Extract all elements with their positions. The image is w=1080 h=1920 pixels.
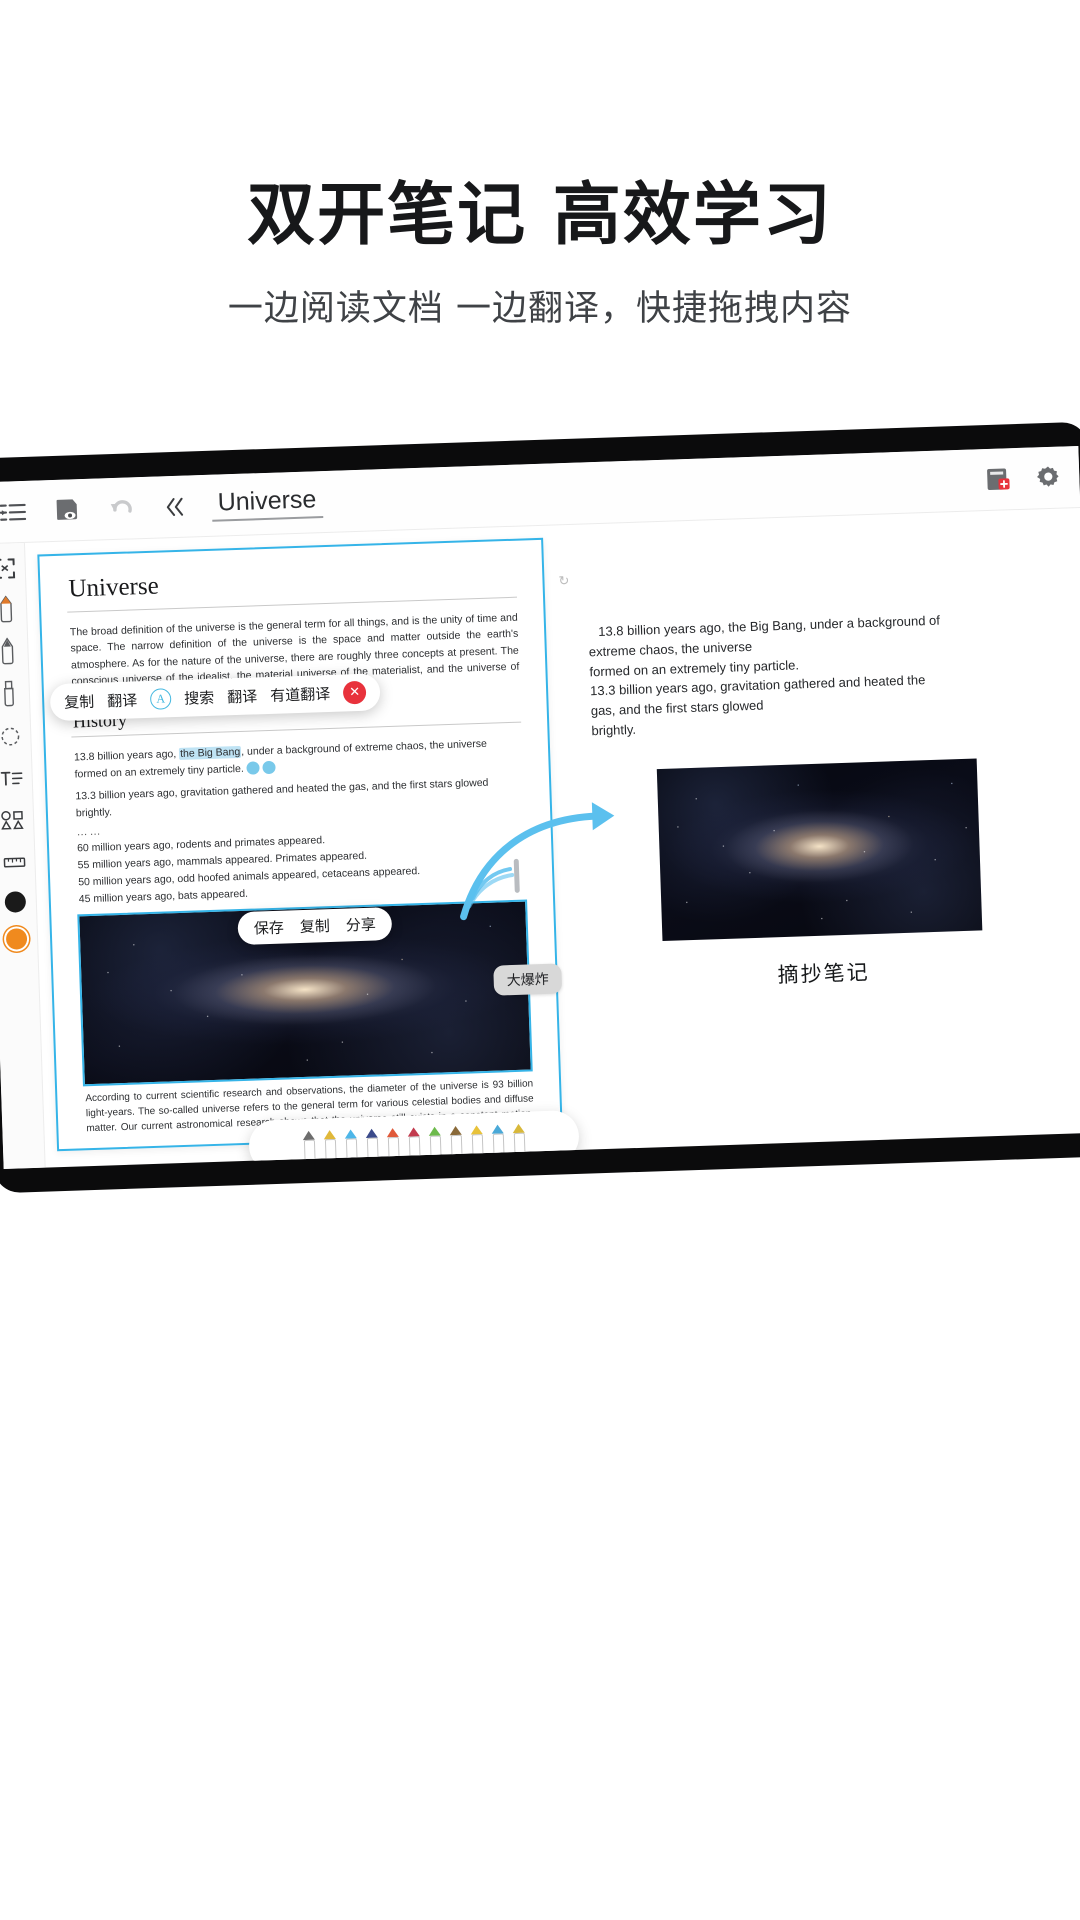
marker-pen-icon[interactable] [0,595,21,624]
page-heading: Universe [68,572,160,603]
close-icon[interactable]: ✕ [342,680,367,705]
note-paragraph: 13.8 billion years ago, the Big Bang, un… [551,520,1073,741]
eraser-icon[interactable] [0,723,25,750]
highlighter-pen-icon[interactable] [0,680,24,708]
annotate-badge-icon[interactable]: A [149,688,172,710]
menu-item-copy-image[interactable]: 复制 [299,915,331,937]
tablet-device-stage: Universe Universe The broad definition o… [0,421,1080,1200]
menu-item-youdao-translate[interactable]: 有道翻译 [270,683,331,706]
image-context-menu[interactable]: 保存 复制 分享 [237,907,393,946]
undo-arrow-icon[interactable] [103,493,138,524]
document-pane[interactable]: Universe The broad definition of the uni… [37,537,563,1152]
color-black-swatch[interactable] [4,891,27,913]
fountain-pen-icon[interactable] [0,637,22,666]
galaxy-image-right[interactable] [656,758,983,941]
selected-text-highlight[interactable]: the Big Bang [178,746,242,761]
note-pane[interactable]: ↻ 13.8 billion years ago, the Big Bang, … [551,520,1080,1135]
ruler-icon[interactable] [0,849,29,876]
topbar-right-actions [981,461,1080,494]
timeline-text-1a: 13.8 billion years ago, [73,748,180,764]
menu-item-translate-2[interactable]: 翻译 [227,685,258,707]
menu-item-search[interactable]: 搜索 [184,687,215,709]
selection-handle-end[interactable] [262,761,276,775]
bookmark-eye-icon[interactable] [49,495,84,526]
tablet-screen: Universe Universe The broad definition o… [0,445,1080,1170]
promo-text-block: 双开笔记 高效学习 一边阅读文档 一边翻译，快捷拖拽内容 [0,176,1080,331]
outline-list-icon[interactable] [0,496,30,527]
shapes-icon[interactable] [0,807,28,834]
note-caption: 摘抄笔记 [777,959,871,987]
menu-item-share[interactable]: 分享 [345,914,377,936]
settings-gear-icon[interactable] [1031,462,1066,493]
menu-item-translate[interactable]: 翻译 [107,689,138,711]
color-orange-swatch[interactable] [5,928,28,950]
tool-rail [0,542,46,1170]
document-page: Universe The broad definition of the uni… [49,548,551,1139]
tablet-device: Universe Universe The broad definition o… [0,421,1080,1194]
promo-page: 双开笔记 高效学习 一边阅读文档 一边翻译，快捷拖拽内容 Universe Un… [0,0,1080,1920]
drag-motion-lines-icon [467,858,520,909]
promo-subheadline: 一边阅读文档 一边翻译，快捷拖拽内容 [227,289,853,330]
collapse-chevrons-icon[interactable] [157,491,192,522]
reload-icon[interactable]: ↻ [558,573,569,589]
menu-item-copy[interactable]: 复制 [64,691,95,713]
add-page-icon[interactable] [981,464,1016,495]
tag-chip[interactable]: 大爆炸 [493,963,563,996]
promo-headline: 双开笔记 高效学习 [247,176,833,255]
text-box-icon[interactable] [0,765,27,792]
menu-item-save[interactable]: 保存 [253,917,285,939]
document-title[interactable]: Universe [211,485,323,522]
select-lasso-icon[interactable] [0,555,20,582]
selection-handle-start[interactable] [246,761,260,776]
